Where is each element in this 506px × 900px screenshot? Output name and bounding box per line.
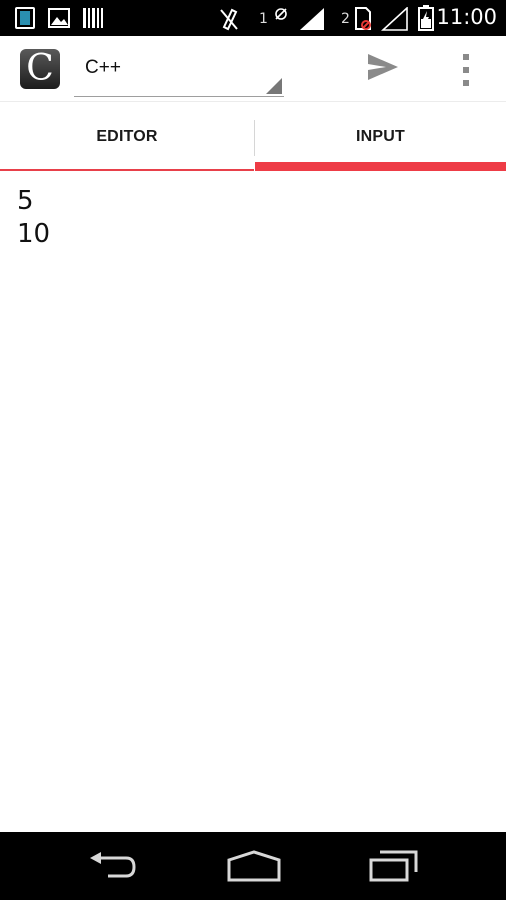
app-logo: C — [20, 48, 60, 89]
back-icon — [86, 852, 138, 888]
send-button[interactable] — [366, 52, 406, 86]
tab-editor-label: EDITOR — [96, 128, 158, 145]
overflow-menu-button[interactable] — [452, 50, 480, 90]
spinner-caret-icon — [266, 78, 282, 94]
sim1-label: 1 — [259, 11, 268, 27]
input-lines: 5 10 — [17, 185, 50, 251]
status-clock: 11:00 — [436, 5, 497, 29]
sim-card-icon — [15, 7, 35, 33]
back-button[interactable] — [86, 848, 138, 884]
signal-bars-icon — [298, 7, 326, 35]
data-off-icon — [273, 5, 289, 25]
tab-input[interactable]: INPUT — [255, 103, 506, 171]
tab-bar: EDITOR INPUT — [0, 103, 506, 171]
vibrate-off-icon — [218, 7, 240, 35]
recents-icon — [368, 850, 420, 888]
overflow-menu-icon — [452, 50, 480, 90]
tab-editor[interactable]: EDITOR — [0, 103, 254, 171]
program-input-textarea[interactable]: 5 10 — [0, 171, 506, 832]
tab-input-label: INPUT — [356, 128, 405, 145]
battery-charging-icon — [418, 5, 434, 35]
home-button[interactable] — [226, 848, 282, 884]
send-icon — [366, 54, 400, 86]
input-line: 5 — [17, 186, 34, 216]
sim2-label: 2 — [341, 11, 350, 27]
app-bar: C C++ — [0, 36, 506, 102]
tab-input-indicator — [255, 162, 506, 171]
language-spinner-value: C++ — [85, 57, 121, 78]
no-sim-icon — [354, 7, 372, 35]
navigation-bar — [0, 832, 506, 900]
status-bar: 1 2 11:00 — [0, 0, 506, 36]
image-icon — [48, 7, 70, 33]
signal-empty-icon — [380, 6, 409, 35]
recents-button[interactable] — [368, 848, 420, 884]
home-icon — [226, 850, 282, 888]
barcode-icon — [82, 7, 104, 33]
input-line: 10 — [17, 219, 51, 249]
app-logo-letter: C — [26, 48, 54, 89]
language-spinner[interactable]: C++ — [74, 46, 284, 97]
